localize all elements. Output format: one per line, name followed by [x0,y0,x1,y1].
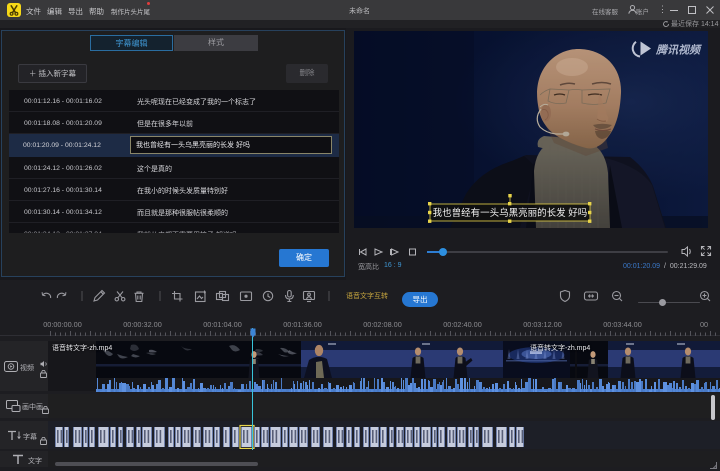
svg-text:00: 00 [700,320,708,329]
svg-text:00:01:36.00: 00:01:36.00 [283,320,322,329]
svg-text:00:03:12.00: 00:03:12.00 [523,320,562,329]
svg-text:00:03:44.00: 00:03:44.00 [603,320,642,329]
svg-text:我也曾经有一头乌黑亮丽的长发 好吗: 我也曾经有一头乌黑亮丽的长发 好吗 [433,207,588,219]
svg-text:00:01:04.00: 00:01:04.00 [203,320,242,329]
svg-text:00:00:32.00: 00:00:32.00 [123,320,162,329]
svg-text:00:02:40.00: 00:02:40.00 [443,320,482,329]
svg-text:腾讯视频: 腾讯视频 [655,44,702,57]
svg-text:00:00:00.00: 00:00:00.00 [43,320,82,329]
svg-text:00:02:08.00: 00:02:08.00 [363,320,402,329]
